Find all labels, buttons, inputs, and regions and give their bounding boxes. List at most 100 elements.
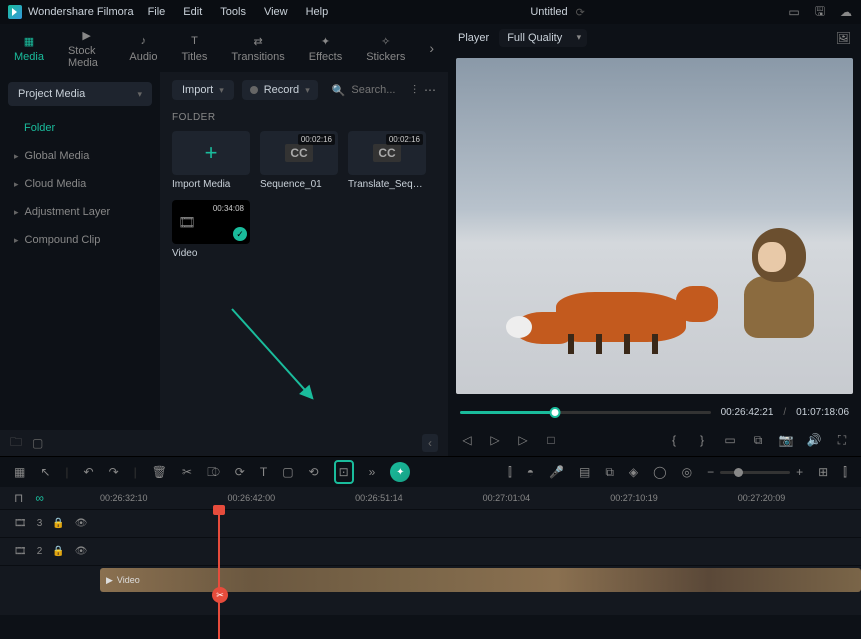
translate-sequence-tile[interactable]: 00:02:16CC Translate_Seque... — [348, 131, 426, 190]
mark-in-icon[interactable]: { — [667, 433, 681, 447]
fullscreen-icon[interactable]: ⛶ — [835, 433, 849, 447]
import-media-tile[interactable]: + Import Media — [172, 131, 250, 190]
fit-icon[interactable]: ⊞ — [818, 465, 828, 479]
redo-icon[interactable]: ↷ — [109, 465, 119, 479]
marker2-icon[interactable]: ◈ — [629, 465, 638, 479]
more-icon[interactable]: ⋯ — [424, 83, 436, 97]
tabs-more-icon[interactable]: › — [429, 40, 434, 56]
preview-scrubber[interactable]: 00:26:42:21 / 01:07:18:06 — [448, 400, 861, 424]
quality-select[interactable]: Full Quality — [499, 29, 587, 47]
more-tools-icon[interactable]: » — [369, 465, 376, 479]
tab-audio[interactable]: ♪Audio — [129, 33, 157, 63]
link-icon[interactable]: ∞ — [35, 491, 44, 505]
camera-icon[interactable]: 📷 — [779, 433, 793, 447]
titlebar: Wondershare Filmora File Edit Tools View… — [0, 0, 861, 24]
new-folder-icon[interactable]: 🗀 — [10, 433, 22, 454]
tab-effects[interactable]: ✦Effects — [309, 33, 342, 63]
sequence-tile[interactable]: 00:02:16CC Sequence_01 — [260, 131, 338, 190]
caption-icon[interactable]: ▤ — [579, 465, 590, 479]
eye-icon[interactable]: 👁 — [75, 518, 88, 529]
lock-icon[interactable]: 🔒 — [52, 546, 64, 557]
layout-icon[interactable]: ▭ — [787, 5, 801, 19]
mixer-icon[interactable]: ⫿ — [508, 465, 512, 480]
dot-icon[interactable]: ◯ — [653, 465, 666, 479]
track-icon: 🎞 — [14, 518, 27, 529]
screen-icon[interactable]: ⧉ — [751, 433, 765, 447]
snapshot-icon[interactable]: 🖼 — [836, 31, 851, 45]
tab-transitions[interactable]: ⇄Transitions — [231, 33, 284, 63]
playhead[interactable] — [218, 509, 220, 639]
playhead-marker[interactable]: ✂ — [212, 587, 228, 603]
play-icon[interactable]: ▷ — [516, 433, 530, 447]
media-icon: ▦ — [19, 33, 39, 49]
undo-icon[interactable]: ↶ — [84, 465, 94, 479]
zoom-in-icon[interactable]: + — [796, 465, 803, 479]
ai-button[interactable]: ✦ — [390, 462, 410, 482]
cc-icon: CC — [285, 144, 312, 162]
tab-stickers[interactable]: ✧Stickers — [366, 33, 405, 63]
mic-icon[interactable]: 🎤 — [549, 465, 564, 479]
rect-icon[interactable]: ▢ — [282, 465, 293, 479]
tab-stock-media[interactable]: ▶Stock Media — [68, 27, 105, 69]
track-2[interactable]: 🎞2🔒👁 — [0, 537, 861, 565]
save-icon[interactable]: 🖫 — [813, 5, 827, 19]
volume-icon[interactable]: 🔊 — [807, 433, 821, 447]
magnet-icon[interactable]: ⊓ — [14, 491, 23, 505]
sidebar-folder[interactable]: Folder — [0, 114, 160, 142]
search-field[interactable]: 🔍 — [326, 84, 405, 97]
zoom-thumb[interactable] — [734, 468, 743, 477]
import-button[interactable]: Import▾ — [172, 80, 234, 100]
search-input[interactable] — [351, 84, 399, 96]
eye-icon[interactable]: 👁 — [75, 546, 88, 557]
track-video[interactable]: ▶Video — [0, 565, 861, 597]
sidebar-global-media[interactable]: ▸Global Media — [0, 142, 160, 170]
delete-icon[interactable]: 🗑 — [152, 465, 167, 479]
filter-icon[interactable]: ⫶ — [413, 83, 416, 98]
grid-icon[interactable]: ▦ — [14, 465, 25, 479]
project-media-button[interactable]: Project Media▾ — [8, 82, 152, 106]
preview-viewport[interactable] — [456, 58, 853, 394]
target-icon[interactable]: ◎ — [682, 465, 692, 479]
annotation-arrow — [231, 308, 313, 399]
text-icon[interactable]: T — [260, 465, 267, 479]
fox-illustration — [536, 250, 716, 350]
stock-icon: ▶ — [77, 27, 97, 43]
video-tile[interactable]: 00:34:08🎞✓ Video — [172, 200, 250, 259]
shield-icon[interactable]: ◓ — [527, 465, 534, 479]
cloud-icon[interactable]: ☁ — [839, 5, 853, 19]
tab-titles[interactable]: TTitles — [182, 33, 208, 63]
pointer-icon[interactable]: ↖ — [40, 465, 50, 479]
timeline-ruler[interactable]: ⊓ ∞ 00:26:32:10 00:26:42:00 00:26:51:14 … — [0, 487, 861, 509]
tab-media[interactable]: ▦Media — [14, 33, 44, 63]
display-icon[interactable]: ▭ — [723, 433, 737, 447]
cut-icon[interactable]: ✂ — [182, 465, 192, 479]
chain-icon[interactable]: ⧉ — [605, 465, 614, 480]
menu-tools[interactable]: Tools — [220, 6, 246, 18]
sync-icon[interactable]: ⟳ — [576, 6, 585, 19]
speed-icon[interactable]: ⟳ — [235, 465, 245, 479]
menu-file[interactable]: File — [148, 6, 166, 18]
zoom-control[interactable]: − + — [707, 465, 803, 479]
highlighted-tool[interactable]: ⊡ — [334, 460, 354, 484]
menu-view[interactable]: View — [264, 6, 288, 18]
zoom-out-icon[interactable]: − — [707, 465, 714, 479]
record-button[interactable]: Record▾ — [242, 80, 318, 100]
collapse-icon[interactable]: ‹ — [422, 434, 438, 452]
menu-help[interactable]: Help — [306, 6, 329, 18]
track-3[interactable]: 🎞3🔒👁 — [0, 509, 861, 537]
lock-icon[interactable]: 🔒 — [52, 518, 64, 529]
rotate-icon[interactable]: ⟲ — [309, 465, 319, 479]
crop-icon[interactable]: ⎄ — [207, 465, 220, 480]
next-frame-icon[interactable]: ▷ — [488, 433, 502, 447]
mark-out-icon[interactable]: } — [695, 433, 709, 447]
settings-icon[interactable]: ⫿ — [843, 465, 847, 480]
scrubber-thumb[interactable] — [550, 407, 561, 418]
sidebar-compound-clip[interactable]: ▸Compound Clip — [0, 226, 160, 254]
prev-frame-icon[interactable]: ◁ — [460, 433, 474, 447]
stop-icon[interactable]: □ — [544, 433, 558, 447]
menu-edit[interactable]: Edit — [183, 6, 202, 18]
folder-icon[interactable]: ▢ — [32, 436, 43, 450]
sidebar-adjustment-layer[interactable]: ▸Adjustment Layer — [0, 198, 160, 226]
transitions-icon: ⇄ — [248, 33, 268, 49]
sidebar-cloud-media[interactable]: ▸Cloud Media — [0, 170, 160, 198]
